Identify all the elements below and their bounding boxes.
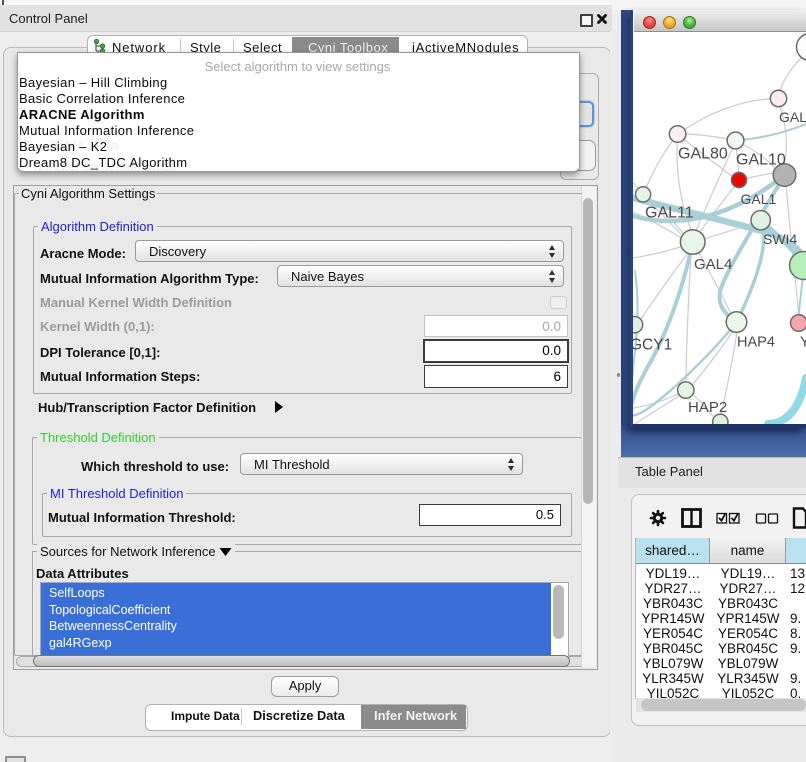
svg-text:HAP2: HAP2 — [688, 399, 727, 416]
svg-text:GAL4: GAL4 — [694, 256, 732, 273]
svg-text:SWI4: SWI4 — [763, 231, 797, 247]
svg-text:Y: Y — [800, 335, 806, 351]
svg-text:HAP4: HAP4 — [737, 335, 775, 351]
svg-text:GAL: GAL — [779, 109, 806, 125]
svg-text:GAL11: GAL11 — [645, 205, 694, 222]
svg-text:GAL1: GAL1 — [741, 191, 777, 207]
svg-text:GAL80: GAL80 — [678, 146, 728, 163]
svg-text:GCY1: GCY1 — [633, 337, 672, 354]
svg-text:GAL10: GAL10 — [736, 152, 786, 169]
